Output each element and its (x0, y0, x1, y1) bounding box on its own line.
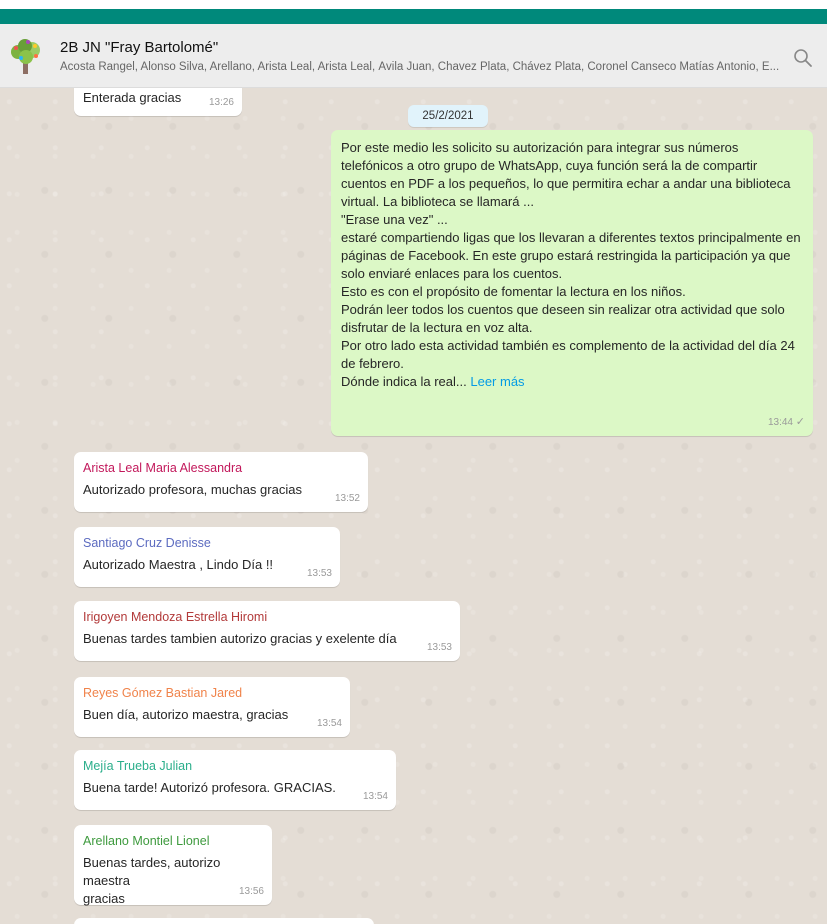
message-body: Por este medio les solicito su autorizac… (341, 140, 801, 389)
message-bubble[interactable]: Mejía Trueba Julian Buena tarde! Autoriz… (74, 750, 396, 810)
window-top-strip (0, 0, 827, 24)
message-text: Por este medio les solicito su autorizac… (341, 139, 803, 391)
sender-name[interactable]: Arellano Montiel Lionel (83, 832, 264, 850)
message-text: Autorizado profesora, muchas gracias (83, 482, 302, 497)
sender-name[interactable]: Mejía Trueba Julian (83, 757, 388, 775)
message-time: 13:26 (208, 97, 234, 108)
message-bubble[interactable]: Reyes Gómez Bastian Jared Buen día, auto… (74, 677, 350, 737)
message-text: Buen día, autorizo maestra, gracias (83, 707, 289, 722)
message-bubble[interactable]: Santiago Cruz Denisse Autorizado Maestra… (74, 527, 340, 587)
read-more-link[interactable]: Leer más (470, 374, 524, 389)
message-time: 13:53 (306, 568, 332, 579)
outgoing-message-bubble[interactable]: Por este medio les solicito su autorizac… (331, 130, 813, 436)
sender-name[interactable]: Reyes Gómez Bastian Jared (83, 684, 342, 702)
group-title[interactable]: 2B JN "Fray Bartolomé" (60, 39, 218, 56)
message-text: Buenas tardes, autorizo maestra gracias (83, 855, 221, 906)
message-text: Buenas tardes tambien autorizo gracias y… (83, 631, 397, 646)
check-icon: ✓ (795, 416, 805, 428)
message-time: 13:52 (334, 493, 360, 504)
message-time-value: 13:44 (767, 417, 793, 428)
app-accent-bar (0, 9, 827, 24)
message-bubble[interactable]: Irigoyen Mendoza Estrella Hiromi Buenas … (74, 601, 460, 661)
message-text: Autorizado Maestra , Lindo Día !! (83, 557, 274, 572)
chat-header[interactable]: 2B JN "Fray Bartolomé" Acosta Rangel, Al… (0, 24, 827, 88)
sender-name[interactable]: Santiago Cruz Denisse (83, 534, 332, 552)
message-bubble[interactable] (74, 918, 374, 924)
message-time: 13:56 (238, 886, 264, 897)
message-time: 13:53 (426, 642, 452, 653)
message-time: 13:44 ✓ (768, 413, 805, 432)
sender-name[interactable]: Arista Leal Maria Alessandra (83, 459, 360, 477)
group-members: Acosta Rangel, Alonso Silva, Arellano, A… (60, 61, 780, 73)
message-text: Buena tarde! Autorizó profesora. GRACIAS… (83, 780, 336, 795)
message-time: 13:54 (316, 718, 342, 729)
search-icon[interactable] (793, 48, 813, 68)
message-bubble[interactable]: Enterada gracias 13:26 (74, 88, 242, 116)
sender-name[interactable]: Irigoyen Mendoza Estrella Hiromi (83, 608, 452, 626)
message-bubble[interactable]: Arellano Montiel Lionel Buenas tardes, a… (74, 825, 272, 906)
tree-icon (11, 39, 40, 74)
message-time: 13:54 (362, 791, 388, 802)
chat-panel[interactable]: Enterada gracias 13:26 25/2/2021 Por est… (0, 88, 827, 924)
message-bubble[interactable]: Arista Leal Maria Alessandra Autorizado … (74, 452, 368, 512)
date-separator: 25/2/2021 (408, 105, 488, 127)
group-avatar[interactable] (8, 38, 44, 76)
